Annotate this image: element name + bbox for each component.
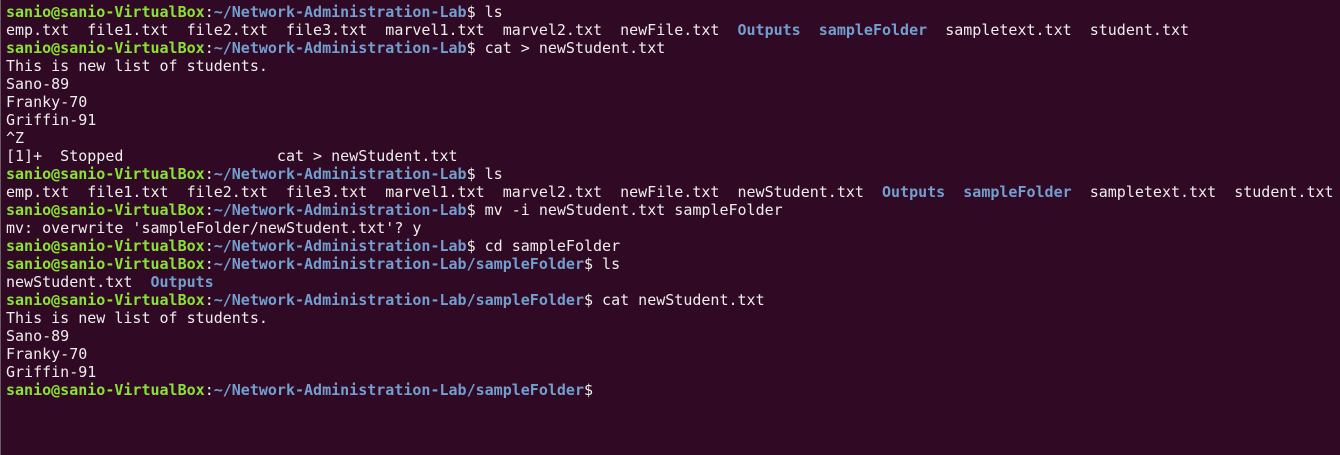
terminal-text: newStudent.txt [6,273,151,291]
terminal-line: sanio@sanio-VirtualBox:~/Network-Adminis… [6,291,1340,309]
terminal-line: sanio@sanio-VirtualBox:~/Network-Adminis… [6,237,1340,255]
terminal-text: $ mv -i newStudent.txt sampleFolder [466,201,783,219]
terminal-line: Griffin-91 [6,111,1340,129]
terminal-line: Franky-70 [6,345,1340,363]
terminal-line: mv: overwrite 'sampleFolder/newStudent.t… [6,219,1340,237]
directory-name: sampleFolder [818,21,928,39]
prompt-user-host: sanio@sanio-VirtualBox [6,39,205,57]
prompt-separator: : [204,237,214,255]
terminal-line: ^Z [6,129,1340,147]
terminal-text: emp.txt file1.txt file2.txt file3.txt ma… [6,21,738,39]
prompt-separator: : [204,255,214,273]
prompt-path: ~/Network-Administration-Lab [213,3,467,21]
terminal-text: $ ls [583,255,621,273]
terminal-text: [1]+ Stopped cat > newStudent.txt [6,147,458,165]
prompt-path: ~/Network-Administration-Lab/sampleFolde… [213,255,584,273]
terminal-line: sanio@sanio-VirtualBox:~/Network-Adminis… [6,201,1340,219]
directory-name: Outputs [881,183,946,201]
prompt-user-host: sanio@sanio-VirtualBox [6,3,205,21]
directory-name: Outputs [737,21,801,39]
prompt-user-host: sanio@sanio-VirtualBox [6,201,205,219]
terminal-line: sanio@sanio-VirtualBox:~/Network-Adminis… [6,39,1340,57]
terminal-line: emp.txt file1.txt file2.txt file3.txt ma… [6,21,1340,39]
prompt-path: ~/Network-Administration-Lab [213,165,467,183]
terminal-line: Griffin-91 [6,363,1340,381]
terminal-line: emp.txt file1.txt file2.txt file3.txt ma… [6,183,1340,201]
prompt-path: ~/Network-Administration-Lab [213,201,467,219]
terminal-text: $ cat > newStudent.txt [466,39,666,57]
terminal-text: Griffin-91 [6,111,97,129]
prompt-user-host: sanio@sanio-VirtualBox [6,165,205,183]
prompt-separator: : [204,39,214,57]
terminal-text: $ ls [466,165,503,183]
terminal-line: sanio@sanio-VirtualBox:~/Network-Adminis… [6,255,1340,273]
prompt-path: ~/Network-Administration-Lab/sampleFolde… [213,381,584,399]
terminal-text: Franky-70 [6,93,88,111]
prompt-separator: : [204,201,214,219]
terminal-text: $ ls [466,3,503,21]
terminal-line: sanio@sanio-VirtualBox:~/Network-Adminis… [6,3,1340,21]
prompt-path: ~/Network-Administration-Lab [213,39,467,57]
terminal-line: This is new list of students. [6,309,1340,327]
terminal-line: Sano-89 [6,75,1340,93]
terminal-text: emp.txt file1.txt file2.txt file3.txt ma… [6,183,882,201]
terminal-line: Franky-70 [6,93,1340,111]
terminal-line: [1]+ Stopped cat > newStudent.txt [6,147,1340,165]
prompt-path: ~/Network-Administration-Lab/sampleFolde… [213,291,584,309]
directory-name: sampleFolder [963,183,1072,201]
prompt-user-host: sanio@sanio-VirtualBox [6,255,205,273]
directory-name: Outputs [150,273,214,291]
terminal-text: Griffin-91 [6,363,97,381]
prompt-separator: : [204,165,214,183]
prompt-separator: : [204,381,214,399]
terminal-line: sanio@sanio-VirtualBox:~/Network-Adminis… [6,381,1340,399]
terminal-text: Sano-89 [6,327,70,345]
terminal-text: $ cd sampleFolder [466,237,621,255]
prompt-path: ~/Network-Administration-Lab [213,237,467,255]
terminal-text: ^Z [6,129,25,147]
terminal-line: This is new list of students. [6,57,1340,75]
terminal-text: This is new list of students. [6,57,268,75]
terminal-text: sampletext.txt student.txt [927,21,1190,39]
prompt-separator: : [204,3,214,21]
prompt-user-host: sanio@sanio-VirtualBox [6,237,205,255]
terminal-text: Sano-89 [6,75,70,93]
terminal-text: $ cat newStudent.txt [583,291,765,309]
prompt-separator: : [204,291,214,309]
prompt-user-host: sanio@sanio-VirtualBox [6,291,205,309]
terminal-line: Sano-89 [6,327,1340,345]
terminal-line: newStudent.txt Outputs [6,273,1340,291]
terminal-text: mv: overwrite 'sampleFolder/newStudent.t… [6,219,422,237]
terminal-text: Franky-70 [6,345,88,363]
terminal-line: sanio@sanio-VirtualBox:~/Network-Adminis… [6,165,1340,183]
terminal-text: This is new list of students. [6,309,268,327]
terminal-text: $ [583,381,594,399]
terminal-text: sampletext.txt student.txt [1071,183,1334,201]
prompt-user-host: sanio@sanio-VirtualBox [6,381,205,399]
terminal-output[interactable]: sanio@sanio-VirtualBox:~/Network-Adminis… [0,0,1340,455]
